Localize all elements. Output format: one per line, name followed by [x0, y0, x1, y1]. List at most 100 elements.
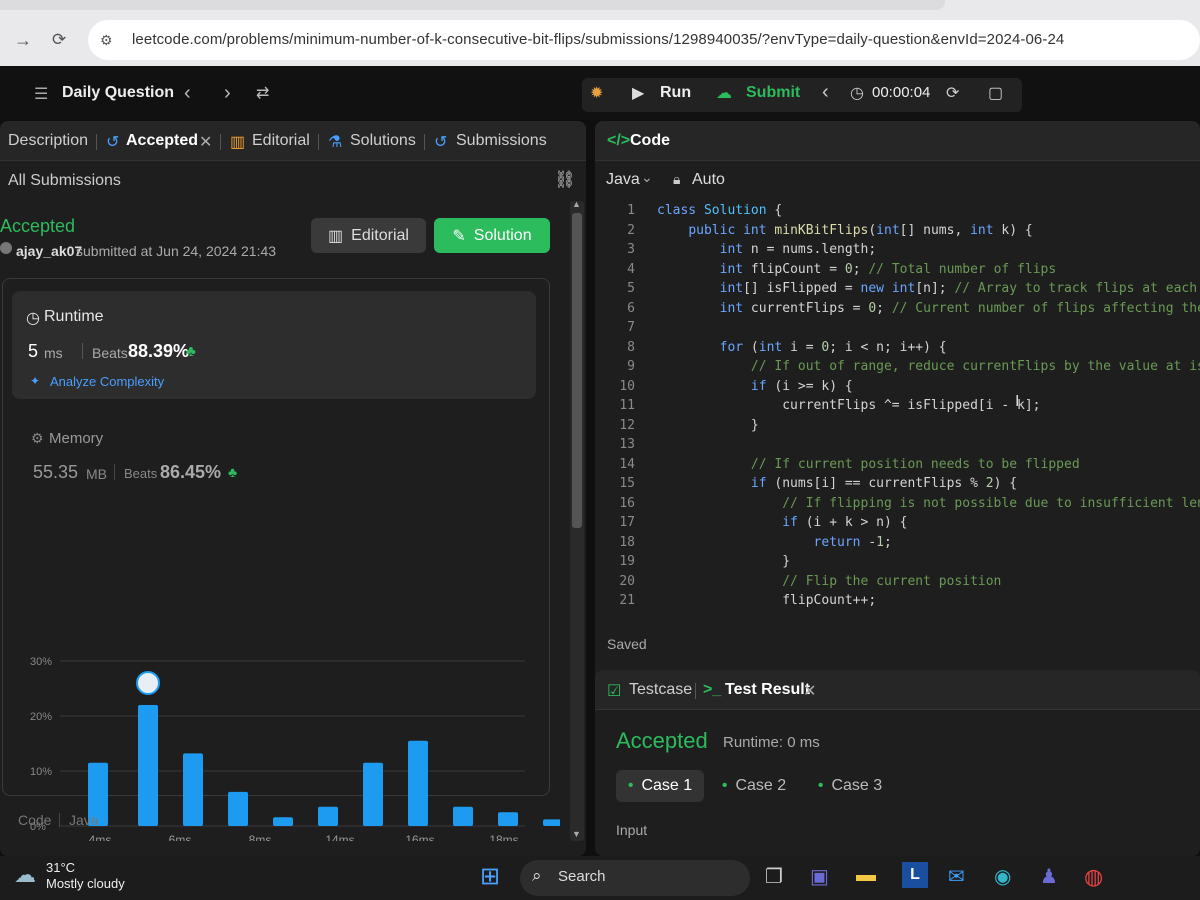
memory-unit: MB [86, 466, 107, 482]
prev-question-icon[interactable]: ‹ [184, 82, 191, 105]
code-text[interactable]: int flipCount = 0; // Total number of fl… [657, 260, 1057, 280]
code-text[interactable]: currentFlips ^= isFlipped[i - k]; [657, 396, 1040, 416]
tab-testcase[interactable]: Testcase [629, 681, 692, 699]
language-select[interactable]: Java [606, 171, 640, 189]
code-text[interactable]: // If flipping is not possible due to in… [657, 494, 1200, 514]
y-tick-label: 30% [30, 656, 52, 668]
scroll-thumb[interactable] [572, 213, 582, 528]
weather-temp[interactable]: 31°C [46, 860, 75, 875]
memory-chip-icon: ⚙ [31, 430, 44, 446]
file-explorer-icon[interactable]: ▬ [856, 864, 876, 887]
chart-bar[interactable] [498, 812, 518, 826]
editorial-button[interactable]: ▥ Editorial [311, 218, 426, 253]
username[interactable]: ajay_ak07 [16, 243, 82, 259]
case-1-tab[interactable]: • Case 1 [616, 770, 704, 802]
run-button[interactable]: Run [660, 84, 691, 102]
windows-start-icon[interactable]: ⊞ [480, 862, 500, 891]
x-tick-label: 18ms [489, 833, 518, 841]
timer-text[interactable]: 00:00:04 [872, 84, 930, 101]
chart-bar[interactable] [453, 806, 473, 826]
note-icon[interactable]: ▢ [988, 83, 1003, 103]
edge-icon[interactable]: ◉ [994, 864, 1011, 889]
code-text[interactable]: // If current position needs to be flipp… [657, 455, 1080, 475]
daily-question-link[interactable]: Daily Question [62, 84, 174, 102]
forward-icon[interactable]: → [14, 30, 32, 51]
search-icon: ⌕ [532, 866, 542, 885]
code-text[interactable]: for (int i = 0; i < n; i++) { [657, 338, 947, 358]
close-tab-icon[interactable]: ✕ [199, 132, 212, 152]
search-label: Search [558, 868, 606, 885]
analyze-complexity-link[interactable]: Analyze Complexity [50, 374, 164, 389]
code-text[interactable]: int[] isFlipped = new int[n]; // Array t… [657, 279, 1197, 299]
next-question-icon[interactable]: › [224, 82, 231, 105]
taskbar-search[interactable] [520, 860, 750, 896]
list-icon[interactable]: ☰ [34, 84, 48, 104]
case-3-label: Case 3 [831, 777, 883, 794]
runtime-value: 5 [28, 341, 39, 361]
app-l-icon[interactable]: L [902, 862, 928, 888]
case-2-tab[interactable]: • Case 2 [719, 770, 789, 802]
footer-code-label: Code [18, 812, 52, 828]
reset-timer-icon[interactable]: ⟳ [946, 83, 959, 103]
tab-submissions[interactable]: Submissions [456, 132, 547, 150]
code-text[interactable]: if (i + k > n) { [657, 513, 907, 533]
close-tab-icon[interactable]: ✕ [803, 681, 816, 701]
runtime-distribution-chart[interactable]: 30%20%10%0%4ms6ms8ms14ms16ms18ms4ms6ms8m… [0, 521, 560, 841]
chart-bar[interactable] [183, 753, 203, 826]
case-3-tab[interactable]: • Case 3 [815, 770, 885, 802]
avatar[interactable] [0, 242, 12, 254]
tab-description[interactable]: Description [8, 132, 88, 150]
solution-button[interactable]: ✎ Solution [434, 218, 550, 253]
test-status: Accepted [616, 728, 708, 753]
code-text[interactable]: if (nums[i] == currentFlips % 2) { [657, 474, 1017, 494]
chart-bar[interactable] [138, 705, 158, 826]
code-text[interactable]: int n = nums.length; [657, 240, 877, 260]
auto-mode[interactable]: Auto [692, 171, 725, 189]
submit-button[interactable]: Submit [746, 84, 800, 102]
line-number: 11 [619, 398, 635, 413]
code-text[interactable]: int currentFlips = 0; // Current number … [657, 299, 1200, 319]
tab-accepted[interactable]: Accepted [126, 132, 198, 150]
shuffle-icon[interactable]: ⇄ [256, 83, 269, 103]
scroll-down-icon[interactable]: ▼ [572, 829, 581, 839]
code-text[interactable]: } [657, 552, 790, 572]
scroll-up-icon[interactable]: ▲ [572, 199, 581, 209]
collapse-timer-icon[interactable]: ‹ [822, 81, 829, 104]
chevron-down-icon[interactable]: ⌄ [641, 169, 653, 186]
teams-chat-icon[interactable]: ▣ [810, 864, 829, 889]
debug-icon[interactable]: ✹ [590, 83, 603, 103]
chart-bar[interactable] [543, 819, 560, 826]
weather-desc[interactable]: Mostly cloudy [46, 876, 125, 891]
site-info-icon[interactable]: ⚙ [100, 32, 113, 49]
chart-bar[interactable] [363, 762, 383, 826]
share-link-icon[interactable]: ⛓ [554, 170, 576, 190]
code-text[interactable]: flipCount++; [657, 591, 876, 611]
chart-bar[interactable] [228, 791, 248, 826]
runtime-beats-value: 88.39% [128, 341, 190, 361]
code-text[interactable]: // If out of range, reduce currentFlips … [657, 357, 1200, 377]
tab-editorial[interactable]: Editorial [252, 132, 310, 150]
tab-solutions[interactable]: Solutions [350, 132, 416, 150]
task-view-icon[interactable]: ❐ [765, 864, 783, 889]
code-text[interactable]: // Flip the current position [657, 572, 1001, 592]
weather-cloud-icon[interactable]: ☁ [14, 862, 36, 888]
code-text[interactable]: if (i >= k) { [657, 377, 853, 397]
runtime-card[interactable]: ◷ Runtime 5 ms Beats 88.39% ♣ ✦ Analyze … [12, 291, 536, 399]
code-text[interactable]: class Solution { [657, 201, 782, 221]
all-submissions-link[interactable]: All Submissions [8, 172, 121, 190]
test-runtime: Runtime: 0 ms [723, 734, 820, 751]
tab-divider [424, 134, 425, 150]
tab-test-result[interactable]: Test Result [725, 681, 810, 699]
runtime-beats-label: Beats [92, 345, 128, 361]
teams-icon[interactable]: ♟ [1040, 864, 1058, 889]
url-text[interactable]: leetcode.com/problems/minimum-number-of-… [132, 31, 1064, 48]
mail-icon[interactable]: ✉ [948, 864, 965, 889]
code-text[interactable]: public int minKBitFlips(int[] nums, int … [657, 221, 1032, 241]
chart-bar[interactable] [318, 806, 338, 826]
chrome-icon[interactable]: ◍ [1084, 864, 1103, 890]
chart-bar[interactable] [408, 740, 428, 826]
code-text[interactable]: } [657, 416, 759, 436]
code-text[interactable]: return -1; [657, 533, 892, 553]
reload-icon[interactable]: ⟳ [52, 30, 66, 50]
chart-bar[interactable] [273, 817, 293, 826]
